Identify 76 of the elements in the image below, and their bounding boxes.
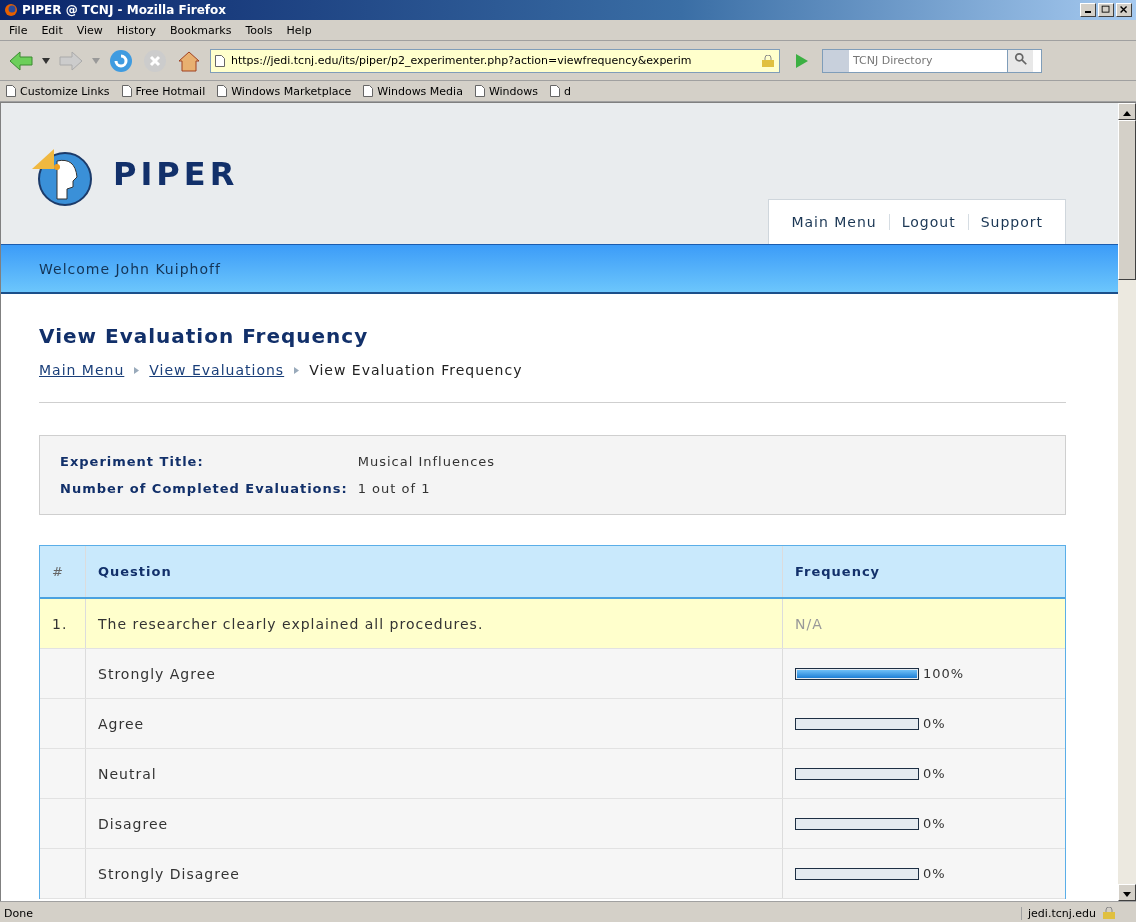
scroll-up-button[interactable] bbox=[1118, 103, 1136, 120]
frequency-percent: 0% bbox=[923, 866, 946, 881]
menu-item[interactable]: File bbox=[4, 23, 33, 37]
answer-label: Strongly Agree bbox=[86, 649, 783, 698]
down-arrow-icon bbox=[1123, 892, 1131, 897]
menu-item[interactable]: History bbox=[111, 23, 161, 37]
status-text: Done bbox=[4, 906, 33, 920]
column-header: Question bbox=[86, 546, 783, 597]
answer-label: Agree bbox=[86, 699, 783, 748]
bookmark-link[interactable]: Windows bbox=[488, 84, 538, 98]
answer-label: Disagree bbox=[86, 799, 783, 848]
nav-link[interactable]: Main Menu bbox=[779, 214, 889, 230]
page-icon bbox=[6, 85, 16, 97]
dropdown-caret-icon[interactable] bbox=[42, 57, 50, 64]
padlock-icon bbox=[1102, 907, 1116, 919]
scroll-thumb[interactable] bbox=[1118, 120, 1136, 280]
column-header: Frequency bbox=[794, 563, 882, 581]
scrollbar[interactable] bbox=[1118, 103, 1136, 901]
status-host: jedi.tcnj.edu bbox=[1028, 906, 1096, 920]
page-icon bbox=[474, 85, 485, 97]
up-arrow-icon bbox=[1123, 111, 1131, 116]
search-button[interactable] bbox=[1007, 49, 1033, 72]
search-icon bbox=[1013, 52, 1028, 66]
page-icon bbox=[550, 85, 560, 97]
menu-item[interactable]: Tools bbox=[240, 23, 278, 37]
answer-label: Neutral bbox=[86, 749, 783, 798]
info-value: 1 out of 1 bbox=[357, 481, 432, 496]
bookmark-link[interactable]: Customize Links bbox=[20, 84, 110, 98]
minimize-button[interactable] bbox=[1080, 3, 1096, 17]
page-icon bbox=[215, 54, 225, 67]
info-label: Number of Completed Evaluations: bbox=[60, 481, 348, 496]
info-value: Musical Influences bbox=[357, 454, 497, 469]
question-number: 1. bbox=[40, 599, 86, 648]
maximize-button[interactable] bbox=[1098, 3, 1114, 17]
breadcrumb-arrow-icon bbox=[294, 366, 300, 374]
search-box[interactable]: TCNJ Directory bbox=[822, 48, 1042, 73]
breadcrumb-link[interactable]: Main Menu bbox=[39, 362, 125, 378]
maximize-icon bbox=[1099, 4, 1113, 16]
frequency-percent: 0% bbox=[923, 816, 946, 831]
menu-item[interactable]: Edit bbox=[36, 23, 68, 37]
scroll-down-button[interactable] bbox=[1118, 884, 1136, 901]
breadcrumb-current: View Evaluation Frequency bbox=[309, 362, 523, 378]
page-icon bbox=[217, 85, 228, 97]
frequency-percent: 0% bbox=[923, 716, 946, 731]
page-icon bbox=[121, 85, 132, 97]
page-icon bbox=[363, 85, 374, 97]
search-engine-icon[interactable] bbox=[823, 49, 849, 72]
breadcrumb-link[interactable]: View Evaluations bbox=[149, 362, 285, 378]
info-label: Experiment Title: bbox=[60, 454, 205, 469]
frequency-percent: 100% bbox=[923, 666, 965, 681]
minimize-icon bbox=[1085, 11, 1091, 13]
address-field[interactable]: https://jedi.tcnj.edu/its/piper/p2_experimenter.php?action=viewfrequency&experim bbox=[210, 48, 780, 73]
padlock-icon bbox=[761, 54, 775, 67]
logo-text: PIPER bbox=[113, 154, 239, 193]
menu-item[interactable]: View bbox=[71, 23, 108, 37]
bookmark-link[interactable]: Windows Media bbox=[377, 84, 463, 98]
answer-label: Strongly Disagree bbox=[86, 849, 783, 898]
column-header: # bbox=[40, 546, 86, 597]
bookmark-link[interactable]: Windows Marketplace bbox=[231, 84, 352, 98]
nav-link[interactable]: Logout bbox=[888, 214, 968, 230]
firefox-icon bbox=[4, 3, 18, 17]
question-text: The researcher clearly explained all procedures. bbox=[86, 599, 783, 648]
stop-icon[interactable] bbox=[142, 47, 168, 74]
reload-icon[interactable] bbox=[108, 47, 134, 74]
close-button[interactable] bbox=[1116, 3, 1132, 17]
frequency-value: N/A bbox=[794, 614, 824, 634]
welcome-text: Welcome John Kuiphoff bbox=[39, 260, 221, 277]
menu-item[interactable]: Help bbox=[281, 23, 317, 37]
breadcrumb-arrow-icon bbox=[134, 366, 140, 374]
nav-link[interactable]: Support bbox=[967, 214, 1055, 230]
menu-item[interactable]: Bookmarks bbox=[165, 23, 237, 37]
page-title: View Evaluation Frequency bbox=[39, 324, 370, 348]
frequency-percent: 0% bbox=[923, 766, 946, 781]
bookmark-link[interactable]: d bbox=[564, 84, 571, 98]
bookmark-link[interactable]: Free Hotmail bbox=[135, 84, 206, 98]
window-title: PIPER @ TCNJ - Mozilla Firefox bbox=[22, 3, 227, 17]
